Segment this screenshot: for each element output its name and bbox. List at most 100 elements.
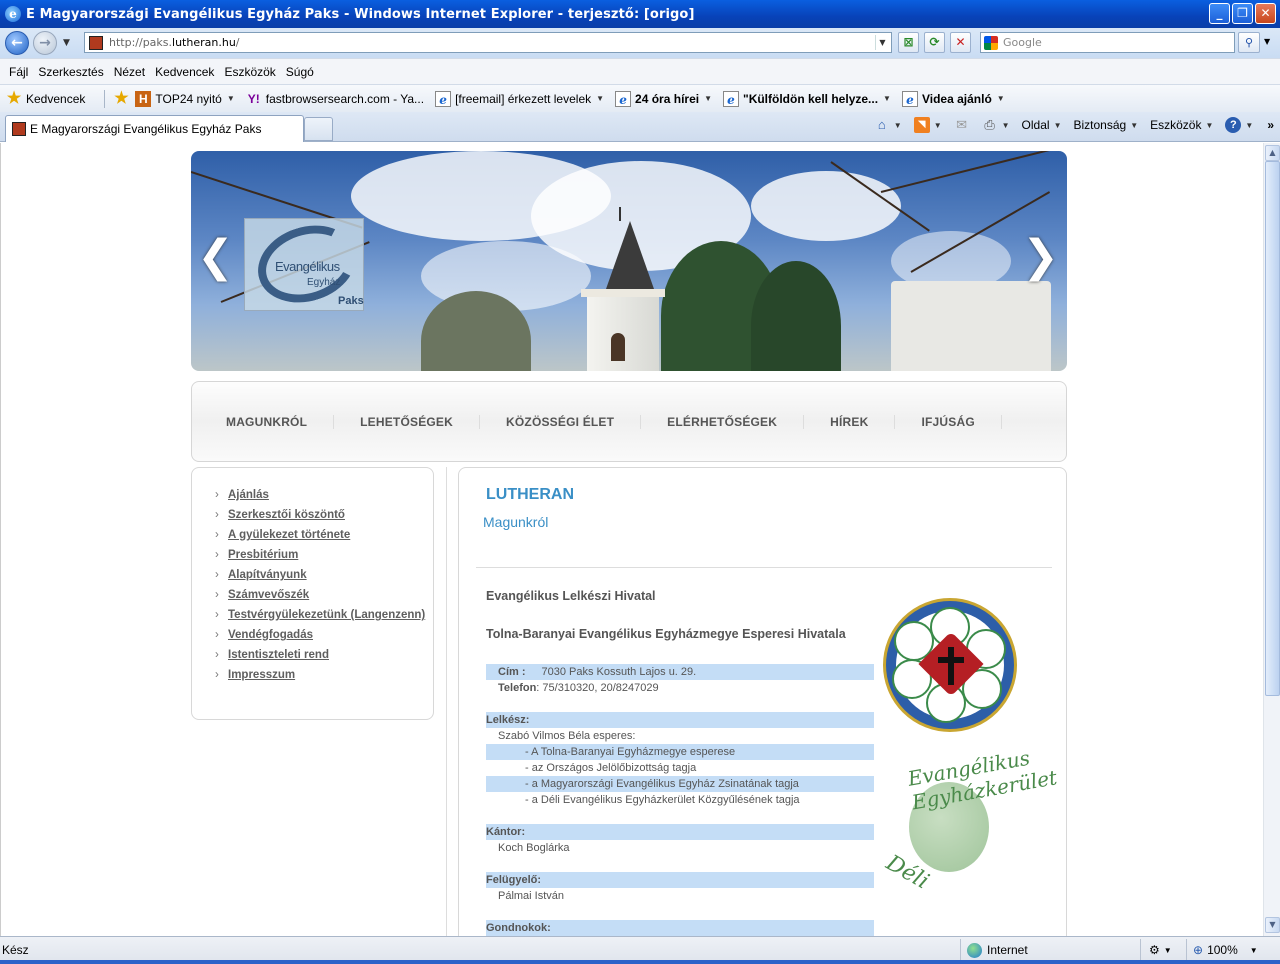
menu-tools[interactable]: Eszközök — [224, 65, 275, 79]
wardens-section: Gondnokok: — [486, 920, 874, 936]
content-subheading[interactable]: Magunkról — [483, 514, 548, 530]
sidebar-item-alapitvanyunk[interactable]: Alapítványunk — [215, 568, 428, 582]
favorites-bar: ★ Kedvencek ★ H TOP24 nyitó ▼ Y! fastbro… — [0, 84, 1280, 112]
scrollbar-thumb[interactable] — [1265, 161, 1280, 696]
zoom-label: 100% — [1207, 943, 1238, 957]
fav-item-freemail[interactable]: e [freemail] érkezett levelek ▼ — [435, 90, 604, 107]
back-button[interactable]: ← — [5, 31, 29, 55]
chevron-down-icon[interactable]: ▼ — [1250, 946, 1258, 955]
chevron-down-icon[interactable]: ▼ — [997, 94, 1005, 103]
feeds-button[interactable]: ◥ ▼ — [913, 117, 942, 133]
main-navigation: MAGUNKRÓL LEHETŐSÉGEK KÖZÖSSÉGI ÉLET ELÉ… — [191, 381, 1067, 462]
sidebar-item-istentiszteleti-rend[interactable]: Istentiszteleti rend — [215, 648, 428, 662]
home-button[interactable]: ⌂ ▼ — [874, 117, 902, 133]
chevron-down-icon[interactable]: ▼ — [596, 94, 604, 103]
favorites-label: Kedvencek — [26, 91, 86, 106]
church-logo: Evangélikus Egyház Paks — [244, 213, 366, 315]
sidebar-item-presbiterium[interactable]: Presbitérium — [215, 548, 428, 562]
chevron-down-icon[interactable]: ▼ — [883, 94, 891, 103]
church-tower — [581, 289, 665, 371]
chevron-down-icon[interactable]: ▼ — [227, 94, 235, 103]
maximize-button[interactable]: ❐ — [1232, 3, 1253, 24]
scroll-down-icon[interactable]: ▼ — [1265, 917, 1280, 933]
sidebar-item-szerkesztoi-koszonto[interactable]: Szerkesztői köszöntő — [215, 508, 428, 522]
address-url[interactable]: http://paks.lutheran.hu/ — [109, 36, 240, 49]
vertical-scrollbar[interactable]: ▲ ▼ — [1263, 143, 1280, 936]
nav-elerhetosegek[interactable]: ELÉRHETŐSÉGEK — [667, 415, 777, 429]
stop-icon[interactable]: ✕ — [950, 32, 971, 53]
cantor-name: Koch Boglárka — [498, 842, 570, 854]
forward-button[interactable]: → — [33, 31, 57, 55]
nav-hirek[interactable]: HÍREK — [830, 415, 868, 429]
history-dropdown-icon[interactable]: ▼ — [63, 38, 70, 48]
add-favorite-icon[interactable]: ★ — [113, 90, 129, 107]
refresh-icon[interactable]: ⟳ — [924, 32, 945, 53]
menu-file[interactable]: Fájl — [9, 65, 28, 79]
chevron-down-icon[interactable]: ▼ — [704, 94, 712, 103]
sidebar-item-testvergyulekezet[interactable]: Testvérgyülekezetünk (Langenzenn) — [215, 608, 428, 622]
scroll-up-icon[interactable]: ▲ — [1265, 145, 1280, 161]
pastor-role-text: - a Magyarországi Evangélikus Egyház Zsi… — [525, 778, 799, 790]
protected-mode-button[interactable]: ⚙ ▼ — [1140, 939, 1186, 961]
tools-menu[interactable]: Eszközök ▼ — [1150, 118, 1213, 132]
close-button[interactable]: ✕ — [1255, 3, 1276, 24]
mail-button[interactable]: ✉ — [954, 117, 970, 133]
new-tab-button[interactable] — [304, 117, 333, 141]
pastor-role-text: - a Déli Evangélikus Egyházkerület Közgy… — [525, 794, 800, 806]
tab-active[interactable]: E Magyarországi Evangélikus Egyház Paks — [5, 115, 304, 142]
address-bar[interactable]: http://paks.lutheran.hu/ ▼ — [84, 32, 892, 53]
fav-item-videa[interactable]: e Videa ajánló ▼ — [901, 90, 1005, 107]
pastor-role-text: - A Tolna-Baranyai Egyházmegye esperese — [525, 746, 736, 758]
phone-value: : 75/310320, 20/8247029 — [536, 682, 659, 694]
slider-next-icon[interactable]: ❯ — [1022, 235, 1059, 279]
nav-ifjusag[interactable]: IFJÚSÁG — [921, 415, 974, 429]
help-button[interactable]: ? ▼ — [1225, 117, 1253, 133]
page-menu-label: Oldal — [1021, 118, 1050, 132]
main-content: LUTHERAN Magunkról Evangélikus Lelkészi … — [458, 467, 1067, 936]
cantor-label: Kántor: — [486, 826, 526, 838]
menu-edit[interactable]: Szerkesztés — [38, 65, 103, 79]
luther-rose-seal — [883, 598, 1017, 732]
search-options-icon[interactable]: ▼ — [1264, 37, 1270, 46]
search-icon[interactable]: ⚲ — [1238, 32, 1260, 53]
address-dropdown-icon[interactable]: ▼ — [875, 35, 889, 50]
compatibility-icon[interactable]: ⊠ — [898, 32, 919, 53]
more-commands-icon[interactable]: » — [1267, 118, 1274, 132]
pastor-label: Lelkész: — [486, 714, 530, 726]
security-zone[interactable]: Internet — [960, 939, 1136, 961]
header-banner: Evangélikus Egyház Paks ❮ ❯ — [191, 151, 1067, 371]
sidebar-item-ajanlas[interactable]: Ajánlás — [215, 488, 428, 502]
pastor-role: - a Magyarországi Evangélikus Egyház Zsi… — [486, 776, 874, 792]
menu-view[interactable]: Nézet — [114, 65, 145, 79]
tower-cross — [619, 207, 621, 221]
fav-item-kulfoldon[interactable]: e "Külföldön kell helyze... ▼ — [723, 90, 891, 107]
favorites-button[interactable]: ★ Kedvencek — [6, 90, 86, 107]
print-button[interactable]: ⎙ ▼ — [982, 117, 1009, 133]
fav-label: 24 óra hírei — [635, 91, 700, 106]
safety-menu[interactable]: Biztonság ▼ — [1073, 118, 1138, 132]
sidebar-item-vendegfogadas[interactable]: Vendégfogadás — [215, 628, 428, 642]
sidebar-item-gyulekezet-tortenete[interactable]: A gyülekezet története — [215, 528, 428, 542]
slider-prev-icon[interactable]: ❮ — [197, 235, 234, 279]
yahoo-icon: Y! — [247, 91, 260, 106]
fav-item-fastbrowsersearch[interactable]: Y! fastbrowsersearch.com - Ya... — [246, 91, 424, 107]
menu-help[interactable]: Súgó — [286, 65, 314, 79]
fav-label: Videa ajánló — [921, 91, 992, 106]
page-menu[interactable]: Oldal ▼ — [1022, 118, 1062, 132]
fav-label: fastbrowsersearch.com - Ya... — [265, 91, 425, 106]
nav-kozossegi-elet[interactable]: KÖZÖSSÉGI ÉLET — [506, 415, 614, 429]
ie-page-icon: e — [901, 90, 918, 107]
supervisor-section: Felügyelő: — [486, 872, 874, 888]
zoom-control[interactable]: ⊕ 100% ▼ — [1186, 939, 1258, 961]
fav-item-24ora[interactable]: e 24 óra hírei ▼ — [615, 90, 712, 107]
search-input[interactable]: Google — [980, 32, 1235, 53]
deli-egyhazkerulet-logo: Evangélikus Egyházkerület Déli — [879, 746, 1059, 898]
fav-item-top24[interactable]: H TOP24 nyitó ▼ — [135, 90, 235, 107]
sidebar-item-impresszum[interactable]: Impresszum — [215, 668, 428, 682]
minimize-button[interactable]: _ — [1209, 3, 1230, 24]
nav-magunkrol[interactable]: MAGUNKRÓL — [226, 415, 307, 429]
nav-lehetosegek[interactable]: LEHETŐSÉGEK — [360, 415, 453, 429]
search-placeholder: Google — [1003, 36, 1042, 49]
menu-favorites[interactable]: Kedvencek — [155, 65, 214, 79]
sidebar-item-szamvevoszek[interactable]: Számvevőszék — [215, 588, 428, 602]
